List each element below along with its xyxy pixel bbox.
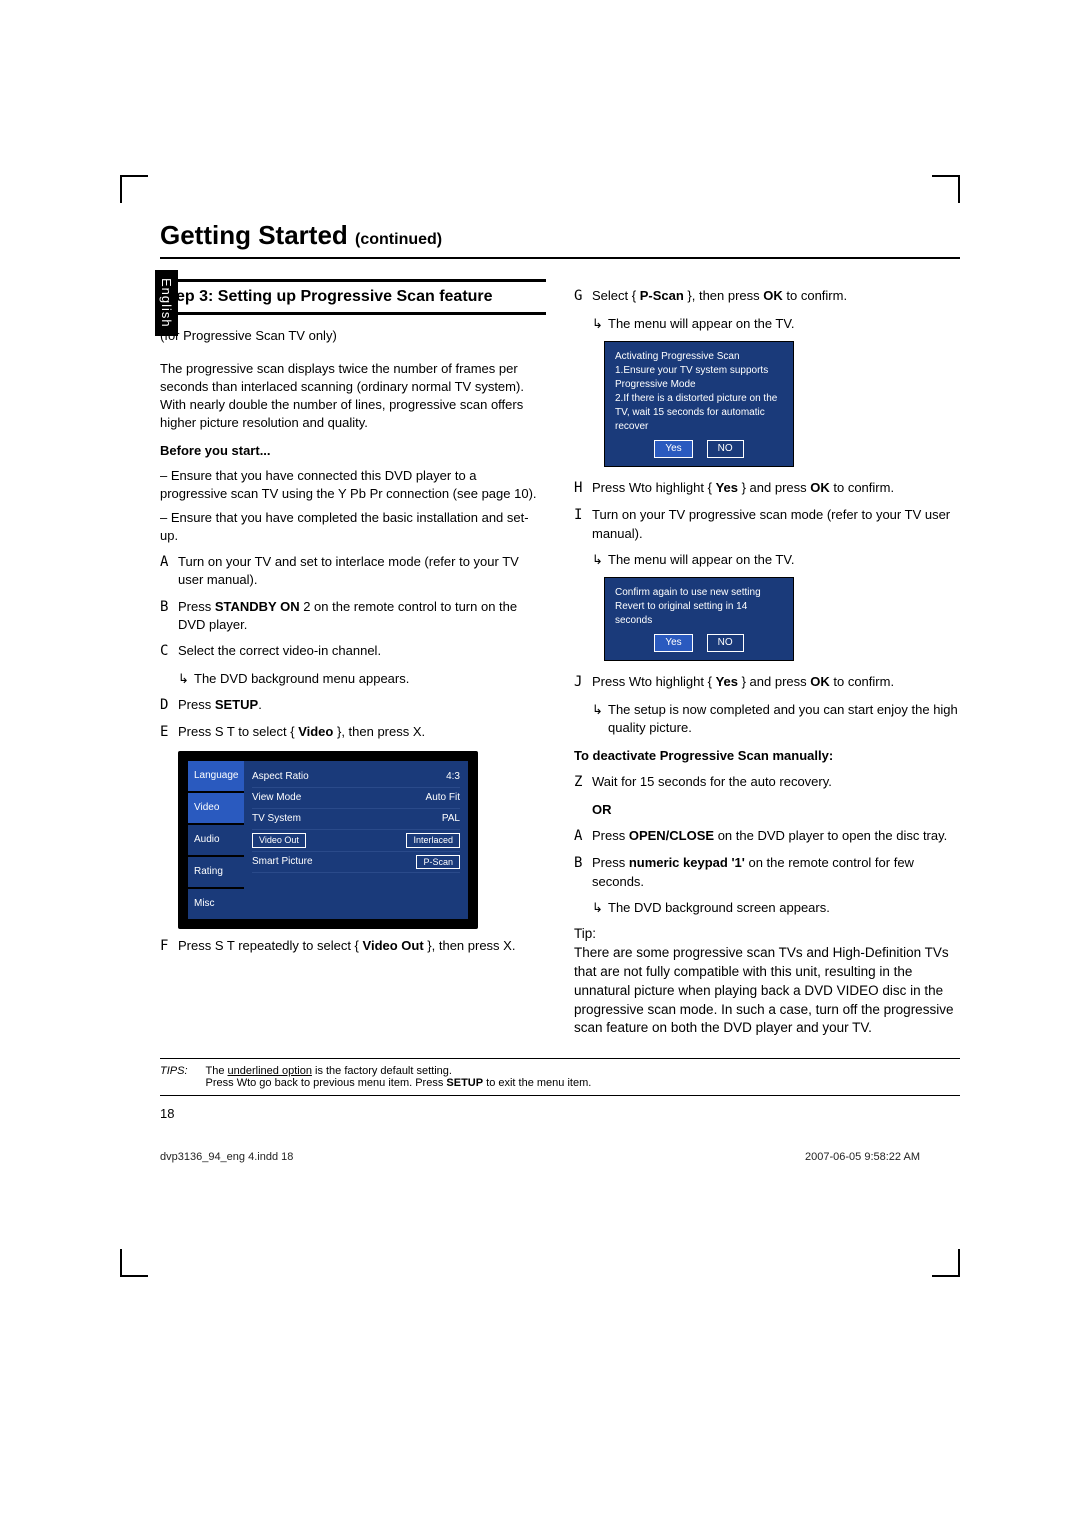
menu-tab-misc: Misc — [188, 889, 244, 919]
menu-tab-video: Video — [188, 793, 244, 823]
step-i-sub: ↳The menu will appear on the TV. — [592, 551, 960, 569]
intro-body: The progressive scan displays twice the … — [160, 360, 546, 433]
language-tab: English — [155, 270, 178, 336]
menu-tab-audio: Audio — [188, 825, 244, 855]
or-label: OR — [592, 801, 960, 819]
step-h: H Press Wto highlight { Yes } and press … — [574, 479, 960, 499]
crop-mark — [120, 1275, 148, 1277]
menu-list: Aspect Ratio4:3 View ModeAuto Fit TV Sys… — [244, 761, 468, 919]
step-i: I Turn on your TV progressive scan mode … — [574, 506, 960, 542]
dialog-confirm-setting: Confirm again to use new setting Revert … — [604, 577, 794, 661]
footer-timestamp: 2007-06-05 9:58:22 AM — [805, 1151, 920, 1163]
dialog-activate-pscan: Activating Progressive Scan 1.Ensure you… — [604, 341, 794, 467]
step-a: A Turn on your TV and set to interlace m… — [160, 553, 546, 589]
dialog-yes-button: Yes — [654, 634, 692, 652]
step-g: G Select { P-Scan }, then press OK to co… — [574, 287, 960, 307]
step-c: C Select the correct video-in channel. — [160, 642, 546, 662]
crop-mark — [932, 1275, 960, 1277]
step-b2: B Press numeric keypad '1' on the remote… — [574, 854, 960, 890]
dialog-no-button: NO — [707, 440, 744, 458]
dialog-yes-button: Yes — [654, 440, 692, 458]
dialog-no-button: NO — [707, 634, 744, 652]
before-note-1: – Ensure that you have connected this DV… — [160, 467, 546, 503]
tips-label: TIPS: — [160, 1065, 188, 1089]
intro-subtitle: (for Progressive Scan TV only) — [160, 327, 546, 345]
left-column: Step 3: Setting up Progressive Scan feat… — [160, 279, 546, 1038]
step-g-sub: ↳The menu will appear on the TV. — [592, 315, 960, 333]
tip-body: There are some progressive scan TVs and … — [574, 945, 953, 1036]
setup-menu-illustration: Language Video Audio Rating Misc Aspect … — [178, 751, 478, 929]
step-j: J Press Wto highlight { Yes } and press … — [574, 673, 960, 693]
deactivate-heading: To deactivate Progressive Scan manually: — [574, 747, 960, 765]
tip-block: Tip: There are some progressive scan TVs… — [574, 925, 960, 1038]
step-e: E Press S T to select { Video }, then pr… — [160, 723, 546, 743]
step-b2-sub: ↳The DVD background screen appears. — [592, 899, 960, 917]
step-c-sub: ↳The DVD background menu appears. — [178, 670, 546, 688]
step-a2: A Press OPEN/CLOSE on the DVD player to … — [574, 827, 960, 847]
page-number: 18 — [160, 1106, 960, 1121]
title-main: Getting Started — [160, 220, 348, 250]
step-j-sub: ↳The setup is now completed and you can … — [592, 701, 960, 737]
menu-tab-language: Language — [188, 761, 244, 791]
tips-footer-box: TIPS: The underlined option is the facto… — [160, 1058, 960, 1096]
title-continued: (continued) — [355, 231, 442, 248]
footer-file: dvp3136_94_eng 4.indd 18 — [160, 1151, 293, 1163]
before-heading: Before you start... — [160, 442, 546, 460]
page-title: Getting Started (continued) — [160, 220, 960, 259]
step-z: Z Wait for 15 seconds for the auto recov… — [574, 773, 960, 793]
before-note-2: – Ensure that you have completed the bas… — [160, 509, 546, 545]
step-f: F Press S T repeatedly to select { Video… — [160, 937, 546, 957]
menu-tab-rating: Rating — [188, 857, 244, 887]
step-b: B Press STANDBY ON 2 on the remote contr… — [160, 598, 546, 634]
tip-label: Tip: — [574, 926, 596, 941]
step-d: D Press SETUP. — [160, 696, 546, 716]
step-heading: Step 3: Setting up Progressive Scan feat… — [160, 279, 546, 315]
crop-mark — [120, 175, 148, 177]
right-column: G Select { P-Scan }, then press OK to co… — [574, 279, 960, 1038]
print-footer: dvp3136_94_eng 4.indd 18 2007-06-05 9:58… — [160, 1151, 920, 1163]
crop-mark — [932, 175, 960, 177]
